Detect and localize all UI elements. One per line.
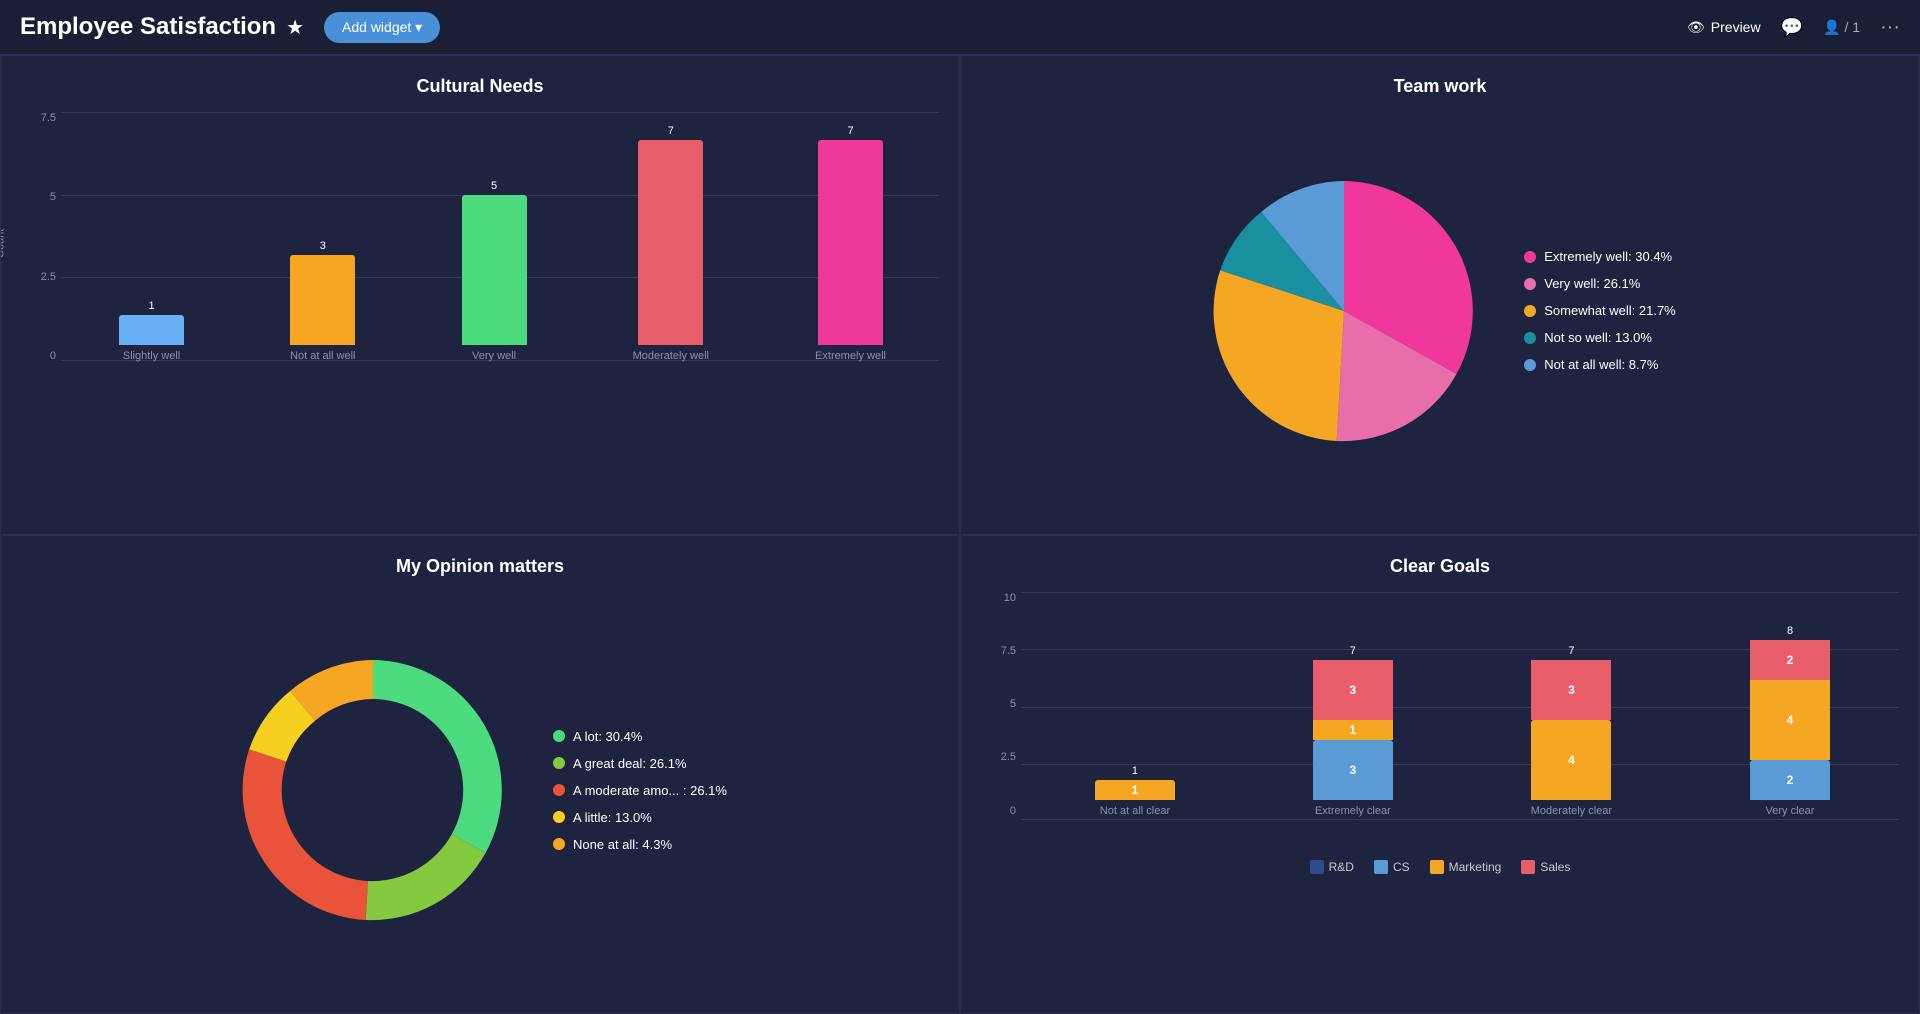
cultural-needs-widget: Cultural Needs Count 7.5 5 2.5 0 1 Sligh… [0,55,960,535]
legend-marketing: Marketing [1430,860,1502,874]
clear-goals-legend: R&D CS Marketing Sales [981,860,1899,874]
bar-extremely-clear: 7 3 1 3 Extremely clear [1313,645,1393,817]
my-opinion-donut-container: A lot: 30.4% A great deal: 26.1% A moder… [21,592,939,990]
bar-moderately-clear: 7 4 3 Moderately clear [1531,645,1612,817]
cultural-needs-title: Cultural Needs [21,76,939,97]
team-work-widget: Team work [960,55,1920,535]
team-work-legend: Extremely well: 30.4% Very well: 26.1% S… [1524,249,1676,372]
y-axis-title: Count [0,229,7,258]
legend-very-well: Very well: 26.1% [1524,276,1676,291]
bar-slightly-well: 1 Slightly well [119,300,184,362]
my-opinion-title: My Opinion matters [21,556,939,577]
legend-not-at-all-well: Not at all well: 8.7% [1524,357,1676,372]
eye-icon: 👁 [1687,19,1705,36]
bar-very-well: 5 Very well [462,180,527,362]
stacked-bars: 10 7.5 5 2.5 0 1 1 [981,592,1899,852]
y-axis: 7.5 5 2.5 0 [21,112,61,362]
user-info: 👤 / 1 [1823,19,1860,36]
clear-goals-chart: 10 7.5 5 2.5 0 1 1 [981,592,1899,990]
team-work-pie-chart [1204,171,1484,451]
legend-not-so-well: Not so well: 13.0% [1524,330,1676,345]
team-work-pie-container: Extremely well: 30.4% Very well: 26.1% S… [981,112,1899,510]
legend-cs: CS [1374,860,1410,874]
chat-icon[interactable]: 💬 [1781,17,1803,38]
preview-button[interactable]: 👁 Preview [1687,19,1761,36]
bar-very-clear: 8 2 4 2 Very clear [1750,625,1830,817]
legend-extremely-well: Extremely well: 30.4% [1524,249,1676,264]
legend-a-lot: A lot: 30.4% [553,729,727,744]
clear-goals-y-axis: 10 7.5 5 2.5 0 [981,592,1021,817]
clear-goals-title: Clear Goals [981,556,1899,577]
bar-moderately-well: 7 Moderately well [633,125,709,362]
bar-not-at-all-well: 3 Not at all well [290,240,355,362]
my-opinion-legend: A lot: 30.4% A great deal: 26.1% A moder… [553,729,727,852]
app-header: Employee Satisfaction ★ Add widget ▾ 👁 P… [0,0,1920,55]
legend-a-moderate-amount: A moderate amo... : 26.1% [553,783,727,798]
team-work-title: Team work [981,76,1899,97]
legend-sales: Sales [1521,860,1570,874]
clear-goals-widget: Clear Goals 10 7.5 5 2.5 0 [960,535,1920,1014]
my-opinion-donut-chart [233,650,513,930]
star-icon[interactable]: ★ [286,15,304,40]
legend-rd: R&D [1310,860,1354,874]
dashboard-grid: Cultural Needs Count 7.5 5 2.5 0 1 Sligh… [0,55,1920,1014]
legend-a-little: A little: 13.0% [553,810,727,825]
more-options-button[interactable]: ··· [1880,16,1900,39]
legend-a-great-deal: A great deal: 26.1% [553,756,727,771]
cultural-needs-chart: Count 7.5 5 2.5 0 1 Slightly well 3 [21,112,939,392]
my-opinion-widget: My Opinion matters A lot: 3 [0,535,960,1014]
bar-not-at-all-clear: 1 1 Not at all clear [1095,765,1175,817]
legend-none-at-all: None at all: 4.3% [553,837,727,852]
user-icon: 👤 [1823,19,1840,36]
add-widget-button[interactable]: Add widget ▾ [324,12,440,43]
legend-somewhat-well: Somewhat well: 21.7% [1524,303,1676,318]
header-right: 👁 Preview 💬 👤 / 1 ··· [1687,16,1900,39]
bar-extremely-well: 7 Extremely well [815,125,886,362]
app-title: Employee Satisfaction [20,13,276,41]
